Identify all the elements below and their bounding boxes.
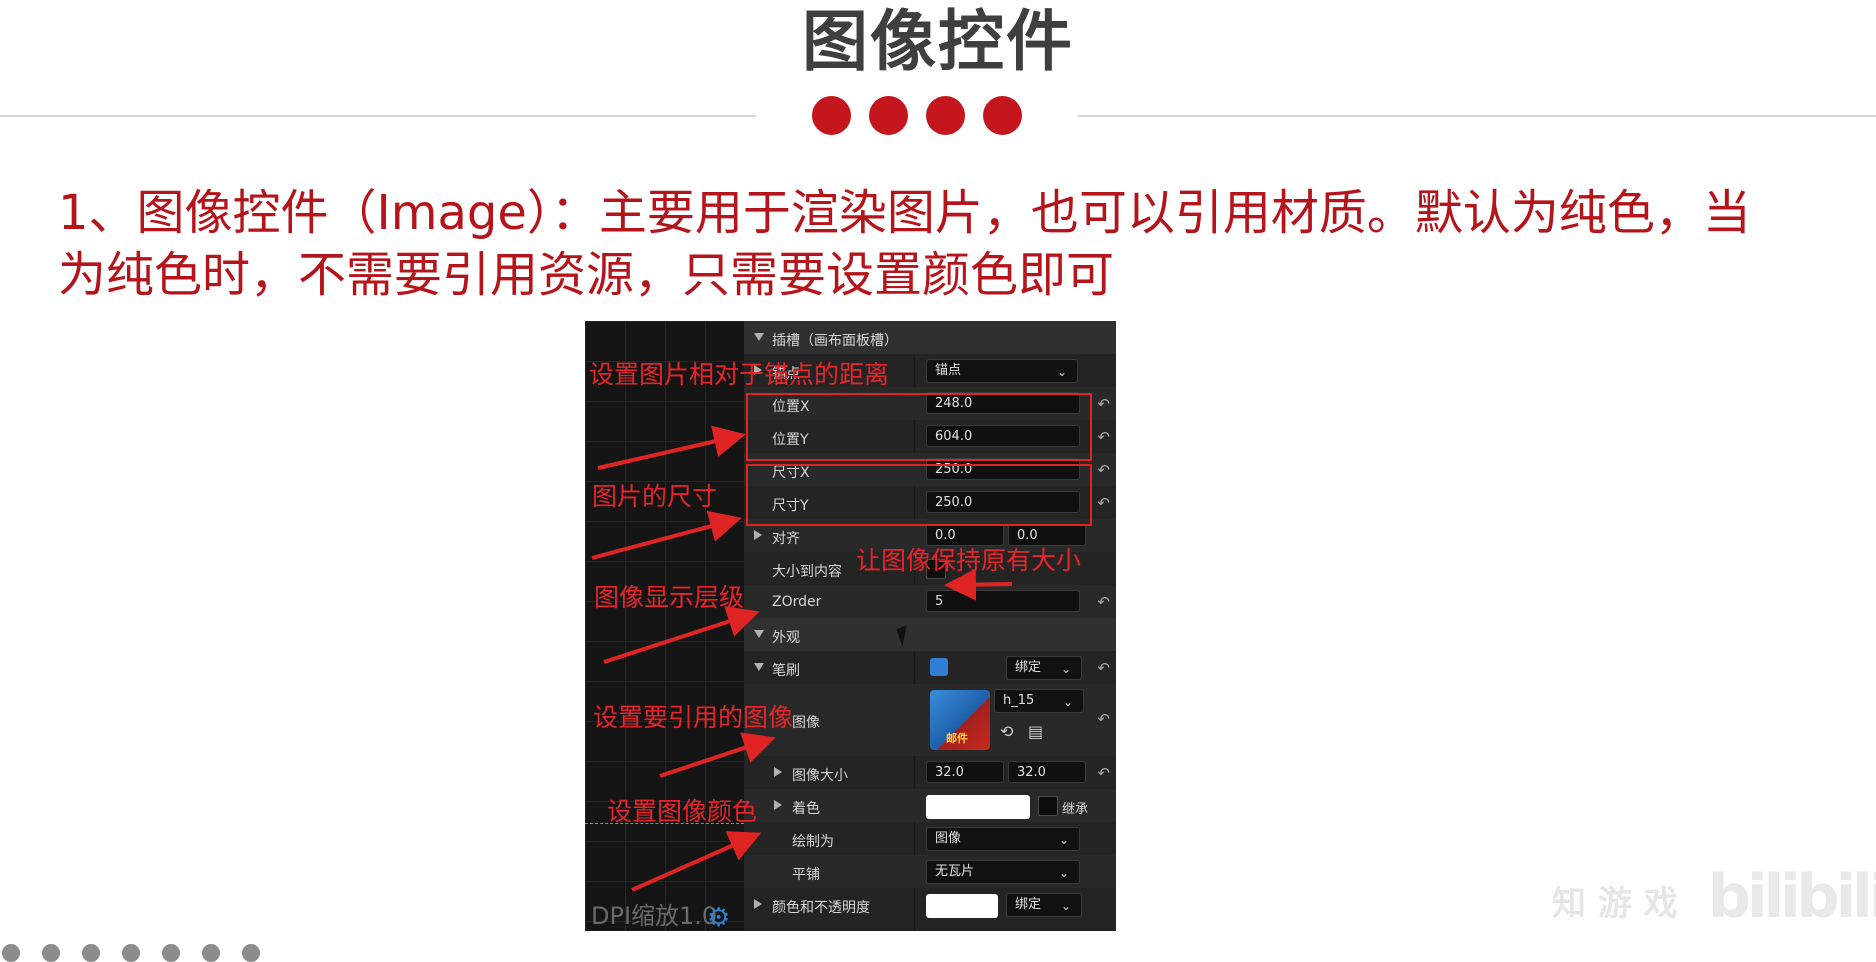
title-divider-right [1078, 115, 1876, 117]
annotation-image-size: 图片的尺寸 [592, 482, 718, 511]
reset-icon[interactable]: ↶ [1097, 395, 1110, 413]
expand-arrow-icon[interactable] [754, 630, 764, 638]
category-slot-label: 插槽（画布面板槽） [772, 333, 898, 349]
image-asset-name: h_15 [1003, 693, 1035, 708]
reset-icon[interactable]: ↶ [1097, 710, 1110, 728]
expand-arrow-icon[interactable] [754, 663, 764, 671]
title-divider-left [0, 115, 756, 117]
thumbnail-caption: 邮件 [946, 732, 968, 745]
slide-description: 1、图像控件（Image）：主要用于渲染图片，也可以引用材质。默认为纯色，当 为… [58, 182, 1778, 306]
draw-as-value: 图像 [935, 831, 962, 846]
prop-tiling-label: 平铺 [792, 867, 820, 883]
prop-size-to-content-label: 大小到内容 [772, 564, 842, 580]
chevron-down-icon: ⌄ [1058, 833, 1069, 847]
image-thumbnail[interactable]: 邮件 [930, 690, 990, 750]
use-selected-icon[interactable]: ⟲ [1000, 722, 1013, 741]
reset-icon[interactable]: ↶ [1097, 428, 1110, 446]
anchor-value: 锚点 [935, 363, 962, 378]
toolbar-icon[interactable] [242, 944, 260, 962]
reset-icon[interactable]: ↶ [1097, 764, 1110, 782]
chevron-down-icon: ⌄ [1062, 695, 1073, 709]
designer-canvas[interactable]: DPI缩放1.0 ⚙ [585, 321, 744, 931]
prop-zorder: ZOrder 5 ↶ [744, 585, 1116, 618]
dot [812, 96, 851, 135]
annotation-reference-image: 设置要引用的图像 [593, 703, 794, 732]
dot [983, 96, 1022, 135]
toolbar-icon[interactable] [42, 944, 60, 962]
image-asset-dropdown[interactable]: h_15 ⌄ [994, 689, 1084, 713]
toolbar-icon[interactable] [162, 944, 180, 962]
prop-zorder-label: ZOrder [772, 594, 822, 610]
annotation-box-size [746, 464, 1092, 526]
brush-bind-label: 绑定 [1015, 660, 1042, 675]
chevron-down-icon: ⌄ [1060, 662, 1071, 676]
expand-arrow-icon[interactable] [754, 530, 762, 540]
prop-brush: 笔刷 绑定 ⌄ ↶ [744, 651, 1116, 684]
bilibili-logo: bilibili [1708, 862, 1876, 932]
title-dots [812, 96, 1022, 135]
player-toolbar [0, 944, 260, 962]
anchor-dropdown[interactable]: 锚点 ⌄ [926, 359, 1078, 383]
toolbar-icon[interactable] [202, 944, 220, 962]
toolbar-icon[interactable] [122, 944, 140, 962]
inherit-checkbox[interactable] [1038, 796, 1058, 816]
draw-as-dropdown[interactable]: 图像 ⌄ [926, 827, 1080, 851]
toolbar-icon[interactable] [82, 944, 100, 962]
prop-color-opacity: 颜色和不透明度 绑定 ⌄ [744, 888, 1116, 921]
prop-brush-label: 笔刷 [772, 663, 800, 679]
expand-arrow-icon[interactable] [754, 333, 764, 341]
chevron-down-icon: ⌄ [1060, 899, 1071, 913]
prop-image-size-label: 图像大小 [792, 768, 848, 784]
tint-color-swatch[interactable] [926, 795, 1030, 819]
color-opacity-swatch[interactable] [926, 894, 998, 918]
annotation-box-position [746, 393, 1092, 461]
prop-color-opacity-label: 颜色和不透明度 [772, 900, 870, 916]
tiling-value: 无瓦片 [935, 864, 975, 879]
expand-arrow-icon[interactable] [774, 800, 782, 810]
prop-tint-label: 着色 [792, 801, 820, 817]
category-slot[interactable]: 插槽（画布面板槽） [744, 321, 1116, 354]
annotation-anchor-distance: 设置图片相对于锚点的距离 [589, 360, 890, 389]
reset-icon[interactable]: ↶ [1097, 461, 1110, 479]
browse-asset-icon[interactable]: ▤ [1028, 722, 1043, 741]
annotation-display-layer: 图像显示层级 [594, 583, 745, 612]
category-appearance-label: 外观 [772, 630, 800, 646]
slide-title: 图像控件 [802, 3, 1074, 80]
chevron-down-icon: ⌄ [1058, 866, 1069, 880]
dpi-scale-label: DPI缩放1.0 [591, 902, 718, 930]
dot [869, 96, 908, 135]
prop-draw-as: 绘制为 图像 ⌄ [744, 822, 1116, 855]
color-bind-dropdown[interactable]: 绑定 ⌄ [1006, 893, 1082, 917]
prop-image-label: 图像 [792, 715, 820, 731]
prop-draw-as-label: 绘制为 [792, 834, 834, 850]
reset-icon[interactable]: ↶ [1097, 494, 1110, 512]
prop-alignment-label: 对齐 [772, 531, 800, 547]
prop-tint: 着色 继承 [744, 789, 1116, 822]
brush-bind-dropdown[interactable]: 绑定 ⌄ [1006, 656, 1082, 680]
watermark-text: 知 游 戏 [1552, 884, 1678, 924]
inherit-label: 继承 [1062, 802, 1089, 817]
image-size-x-input[interactable]: 32.0 [926, 761, 1004, 783]
expand-arrow-icon[interactable] [774, 767, 782, 777]
annotation-keep-size: 让图像保持原有大小 [856, 546, 1082, 575]
chevron-down-icon: ⌄ [1056, 365, 1067, 379]
brush-preview-icon [930, 658, 948, 676]
image-size-y-input[interactable]: 32.0 [1008, 761, 1086, 783]
color-bind-label: 绑定 [1015, 897, 1042, 912]
gear-icon[interactable]: ⚙ [707, 903, 730, 931]
dot [926, 96, 965, 135]
prop-tiling: 平铺 无瓦片 ⌄ [744, 855, 1116, 888]
prop-image: 图像 邮件 h_15 ⌄ ⟲ ▤ ↶ [744, 684, 1116, 756]
reset-icon[interactable]: ↶ [1097, 593, 1110, 611]
tiling-dropdown[interactable]: 无瓦片 ⌄ [926, 860, 1080, 884]
zorder-input[interactable]: 5 [926, 590, 1080, 612]
description-line-2: 为纯色时，不需要引用资源，只需要设置颜色即可 [58, 247, 1115, 303]
reset-icon[interactable]: ↶ [1097, 659, 1110, 677]
toolbar-icon[interactable] [2, 944, 20, 962]
description-line-1: 1、图像控件（Image）：主要用于渲染图片，也可以引用材质。默认为纯色，当 [58, 185, 1751, 241]
category-appearance[interactable]: 外观 [744, 618, 1116, 651]
prop-image-size: 图像大小 32.0 32.0 ↶ [744, 756, 1116, 789]
expand-arrow-icon[interactable] [754, 899, 762, 909]
annotation-image-color: 设置图像颜色 [607, 797, 758, 826]
